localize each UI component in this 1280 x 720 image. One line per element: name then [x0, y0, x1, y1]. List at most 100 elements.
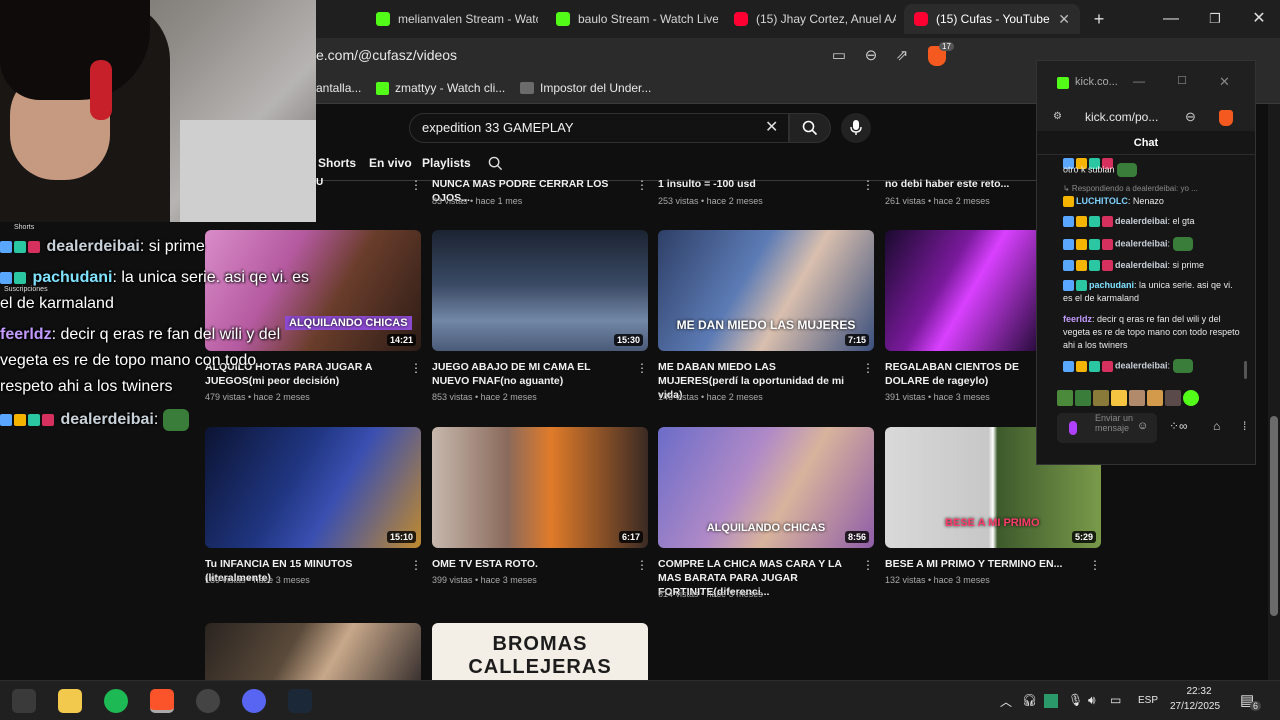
video-menu-icon[interactable]: ⋮: [862, 178, 874, 192]
chat-username[interactable]: LUCHITOLC: [1076, 196, 1128, 206]
pepe-emote-icon: [1117, 163, 1138, 177]
tab-playlists[interactable]: Playlists: [422, 156, 471, 170]
clear-search-icon[interactable]: ✕: [765, 117, 778, 137]
voice-search-button[interactable]: [841, 113, 871, 143]
bookmark-item[interactable]: Impostor del Under...: [520, 81, 651, 95]
chat-username[interactable]: dealerdeibai: [1115, 238, 1168, 248]
minimize-button[interactable]: —: [1158, 6, 1184, 32]
tab-jhay-cortez[interactable]: (15) Jhay Cortez, Anuel AA: [724, 4, 896, 34]
popup-close-button[interactable]: ✕: [1219, 74, 1230, 90]
popup-minimize-button[interactable]: —: [1133, 74, 1145, 88]
file-explorer-icon[interactable]: [58, 689, 82, 713]
volume-icon[interactable]: 🔊︎: [1088, 693, 1096, 708]
video-thumbnail[interactable]: [885, 230, 1036, 351]
maximize-button[interactable]: ❐: [1202, 6, 1228, 32]
store-icon[interactable]: ⌂: [1213, 419, 1220, 433]
site-settings-icon[interactable]: ⚙: [1053, 111, 1062, 122]
emote-icon[interactable]: [1057, 389, 1073, 406]
video-title[interactable]: JUEGO ABAJO DE MI CAMA EL NUEVO FNAF(no …: [432, 360, 627, 388]
overlay-chat-line: vegeta es re de topo mano con todo: [0, 352, 256, 370]
video-thumbnail[interactable]: 15:30: [432, 230, 648, 351]
chat-username[interactable]: dealerdeibai: [1115, 360, 1168, 370]
chat-username[interactable]: dealerdeibai: [1115, 260, 1168, 270]
sidebar-shorts-label[interactable]: Shorts: [14, 224, 34, 231]
close-window-button[interactable]: ✕: [1246, 6, 1272, 32]
gift-icon[interactable]: ⁘∞: [1169, 419, 1188, 433]
video-menu-icon[interactable]: ⋮: [636, 178, 648, 192]
zoom-icon[interactable]: ⊖: [862, 47, 880, 65]
microphone-icon[interactable]: [1069, 421, 1077, 435]
url-field[interactable]: e.com/@cufasz/videos: [316, 47, 457, 63]
clock-date[interactable]: 27/12/2025: [1170, 701, 1220, 712]
language-indicator[interactable]: ESP: [1138, 695, 1158, 706]
share-icon[interactable]: ⇗: [893, 47, 911, 65]
discord-icon[interactable]: [242, 689, 266, 713]
tab-melianvalen[interactable]: melianvalen Stream - Watc: [366, 4, 538, 34]
emote-icon[interactable]: [1129, 389, 1145, 406]
popup-url[interactable]: kick.com/po...: [1085, 110, 1158, 124]
emote-icon[interactable]: [1147, 389, 1163, 406]
sidebar-subscriptions-label[interactable]: Suscripciones: [4, 286, 48, 293]
emote-icon[interactable]: [1183, 389, 1199, 406]
video-title[interactable]: REGALABAN CIENTOS DE DOLARE de rageylo): [885, 360, 1036, 388]
cast-icon[interactable]: ▭: [830, 47, 848, 65]
tab-cufas-youtube[interactable]: (15) Cufas - YouTube ✕: [904, 4, 1080, 34]
emote-icon[interactable]: [1093, 389, 1109, 406]
video-menu-icon[interactable]: ⋮: [862, 361, 874, 375]
search-button[interactable]: [789, 113, 831, 143]
chat-username[interactable]: pachudani: [1089, 280, 1134, 290]
chevron-up-icon[interactable]: ︿: [1000, 693, 1012, 710]
video-menu-icon[interactable]: ⋮: [410, 178, 422, 192]
app-tray-icon[interactable]: [1044, 694, 1058, 708]
tab-baulo[interactable]: baulo Stream - Watch Live: [546, 4, 718, 34]
video-thumbnail[interactable]: BROMAS CALLEJERAS: [432, 623, 648, 680]
chat-username[interactable]: feerldz: [1063, 314, 1092, 324]
emote-icon[interactable]: [1075, 389, 1091, 406]
close-tab-icon[interactable]: ✕: [1058, 11, 1070, 28]
headset-icon[interactable]: 🎧︎: [1022, 693, 1037, 707]
video-thumbnail[interactable]: ME DAN MIEDO LAS MUJERES 7:15: [658, 230, 874, 351]
channel-search-icon[interactable]: [488, 156, 503, 171]
search-input[interactable]: expedition 33 GAMEPLAY: [409, 113, 789, 143]
video-thumbnail[interactable]: [205, 623, 421, 680]
chat-scrollbar[interactable]: [1244, 361, 1247, 379]
obs-icon[interactable]: [196, 689, 220, 713]
start-button[interactable]: [12, 689, 36, 713]
clock-time[interactable]: 22:32: [1184, 686, 1214, 697]
video-menu-icon[interactable]: ⋮: [636, 558, 648, 572]
tab-shorts[interactable]: Shorts: [318, 156, 356, 170]
popup-maximize-button[interactable]: ☐: [1177, 74, 1187, 87]
microphone-icon[interactable]: 🎙︎: [1068, 693, 1083, 707]
emoji-icon[interactable]: ☺: [1137, 420, 1148, 432]
more-icon[interactable]: ⁞: [1243, 419, 1246, 433]
new-tab-button[interactable]: +: [1086, 6, 1112, 32]
badge-icon: [1063, 260, 1074, 272]
brave-shields-icon[interactable]: [1219, 110, 1233, 126]
video-thumbnail[interactable]: 6:17: [432, 427, 648, 548]
video-menu-icon[interactable]: ⋮: [410, 558, 422, 572]
emote-icon[interactable]: [1165, 389, 1181, 406]
spotify-icon[interactable]: [104, 689, 128, 713]
bookmark-item[interactable]: antalla...: [316, 81, 361, 95]
video-menu-icon[interactable]: ⋮: [636, 361, 648, 375]
brave-browser-icon[interactable]: [150, 689, 174, 713]
badge-icon: [1076, 280, 1087, 292]
video-menu-icon[interactable]: ⋮: [862, 558, 874, 572]
video-thumbnail[interactable]: 15:10: [205, 427, 421, 548]
bookmark-item[interactable]: zmattyy - Watch cli...: [376, 81, 505, 95]
video-menu-icon[interactable]: ⋮: [410, 361, 422, 375]
video-title[interactable]: 1 insulto = -100 usd: [658, 177, 853, 191]
video-title[interactable]: BESE A MI PRIMO Y TERMINO EN...: [885, 557, 1080, 571]
zoom-icon[interactable]: ⊖: [1185, 109, 1196, 125]
reply-context[interactable]: ↳ Respondiendo a dealerdeibai: yo ...: [1063, 182, 1241, 195]
chat-input[interactable]: Enviar un mensaje ☺: [1057, 413, 1157, 443]
network-icon[interactable]: ▭: [1110, 693, 1121, 707]
steam-icon[interactable]: [288, 689, 312, 713]
scrollbar-thumb[interactable]: [1270, 416, 1278, 616]
chat-username[interactable]: dealerdeibai: [1115, 216, 1168, 226]
video-menu-icon[interactable]: ⋮: [1089, 558, 1101, 572]
emote-icon[interactable]: [1111, 389, 1127, 406]
video-thumbnail[interactable]: ALQUILANDO CHICAS 8:56: [658, 427, 874, 548]
tab-live[interactable]: En vivo: [369, 156, 412, 170]
video-title[interactable]: OME TV ESTA ROTO.: [432, 557, 627, 571]
